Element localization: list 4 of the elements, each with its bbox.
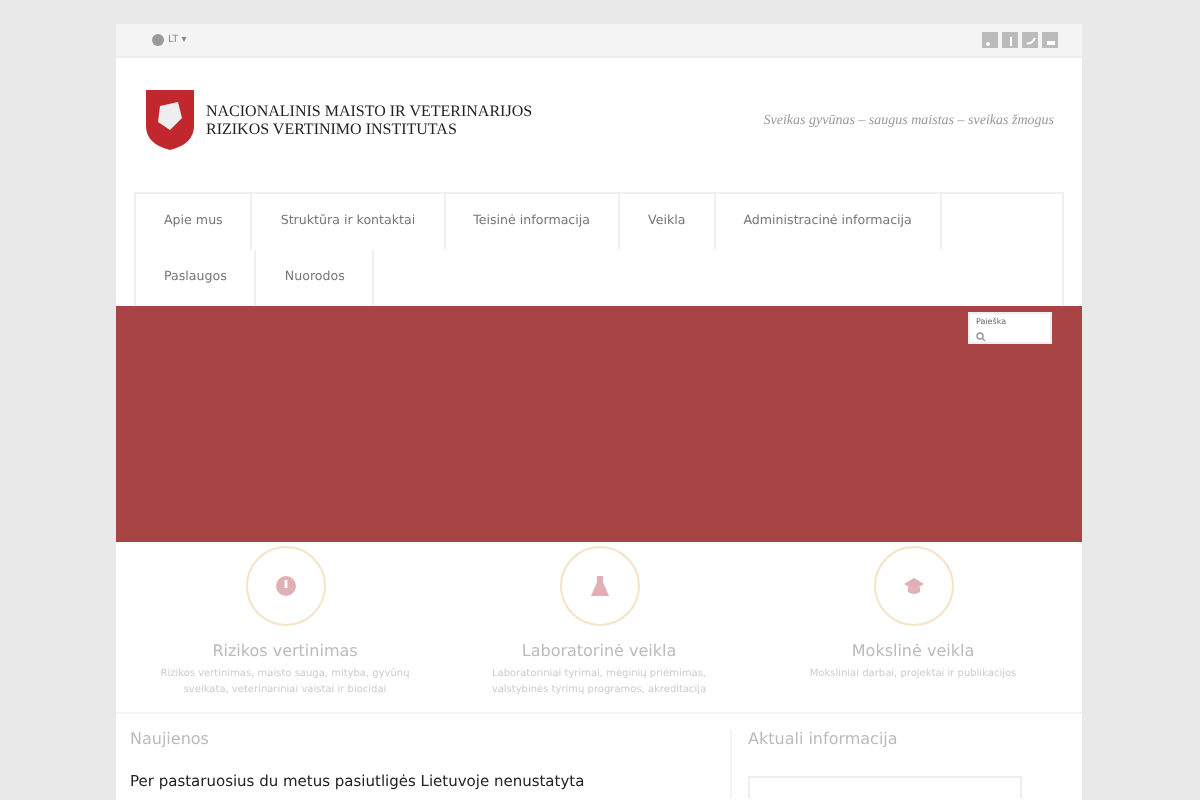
site-title[interactable]: NACIONALINIS MAISTO IR VETERINARIJOS xyxy=(206,102,752,120)
site-subtitle[interactable]: RIZIKOS VERTINIMO INSTITUTAS xyxy=(206,120,752,138)
news-heading: Naujienos xyxy=(130,730,211,748)
sidebar-heading: Aktuali informacija xyxy=(748,730,900,748)
